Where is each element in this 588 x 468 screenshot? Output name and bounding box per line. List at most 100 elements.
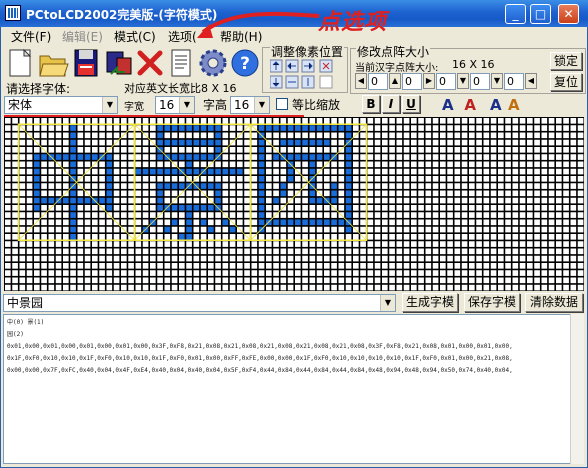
- pixel-cell[interactable]: [266, 212, 272, 218]
- pixel-cell[interactable]: [302, 197, 308, 204]
- pixel-cell[interactable]: [244, 219, 250, 226]
- pixel-cell[interactable]: [432, 176, 439, 182]
- pixel-cell[interactable]: [280, 183, 287, 189]
- pixel-cell[interactable]: [84, 219, 91, 226]
- pixel-cell[interactable]: [454, 226, 461, 233]
- pixel-cell[interactable]: [432, 241, 439, 247]
- pixel-cell[interactable]: [244, 248, 250, 255]
- pixel-cell[interactable]: [447, 212, 453, 218]
- pixel-cell[interactable]: [193, 125, 200, 131]
- pixel-cell[interactable]: [411, 248, 417, 255]
- pixel-cell[interactable]: [425, 147, 432, 153]
- pixel-cell[interactable]: [12, 139, 18, 146]
- pixel-cell[interactable]: [512, 168, 519, 175]
- pixel-cell[interactable]: [150, 270, 156, 276]
- pixel-cell[interactable]: [258, 219, 265, 226]
- pixel-cell[interactable]: [498, 154, 504, 160]
- pixel-cell[interactable]: [374, 248, 381, 255]
- pixel-cell[interactable]: [287, 183, 294, 189]
- pixel-cell[interactable]: [367, 277, 374, 284]
- pixel-cell[interactable]: [128, 139, 134, 146]
- pixel-cell[interactable]: [367, 219, 374, 226]
- pixel-cell[interactable]: [396, 132, 403, 139]
- pixel-cell[interactable]: [403, 147, 410, 153]
- pixel-cell[interactable]: [505, 241, 511, 247]
- pixel-cell[interactable]: [396, 168, 403, 175]
- pixel-cell[interactable]: [12, 241, 18, 247]
- pixel-cell[interactable]: [505, 118, 511, 124]
- pixel-cell[interactable]: [498, 183, 504, 189]
- pixel-cell[interactable]: [302, 125, 308, 131]
- pixel-cell[interactable]: [367, 284, 374, 291]
- pixel-cell[interactable]: [447, 226, 453, 233]
- pixel-cell[interactable]: [396, 147, 403, 153]
- pixel-cell[interactable]: [483, 190, 490, 197]
- pixel-cell[interactable]: [186, 205, 192, 211]
- pixel-cell[interactable]: [374, 118, 381, 124]
- pixel-cell[interactable]: [34, 190, 40, 197]
- pixel-cell[interactable]: [548, 212, 555, 218]
- pixel-cell[interactable]: [425, 226, 432, 233]
- pixel-cell[interactable]: [490, 132, 497, 139]
- pixel-cell[interactable]: [512, 154, 519, 160]
- pixel-cell[interactable]: [570, 147, 577, 153]
- pixel-cell[interactable]: [331, 263, 337, 269]
- pixel-cell[interactable]: [367, 197, 374, 204]
- pixel-cell[interactable]: [483, 226, 490, 233]
- pixel-cell[interactable]: [563, 248, 569, 255]
- pixel-cell[interactable]: [186, 248, 192, 255]
- pixel-cell[interactable]: [295, 161, 301, 168]
- pixel-cell[interactable]: [237, 190, 243, 197]
- pixel-cell[interactable]: [389, 118, 395, 124]
- pixel-cell[interactable]: [164, 241, 171, 247]
- pixel-cell[interactable]: [548, 118, 555, 124]
- pixel-cell[interactable]: [55, 139, 62, 146]
- pixel-cell[interactable]: [309, 154, 316, 160]
- pixel-cell[interactable]: [447, 183, 453, 189]
- pixel-cell[interactable]: [309, 125, 316, 131]
- pixel-cell[interactable]: [382, 255, 388, 262]
- pixel-cell[interactable]: [519, 190, 526, 197]
- pixel-cell[interactable]: [360, 277, 366, 284]
- pixel-cell[interactable]: [113, 255, 120, 262]
- pixel-cell[interactable]: [92, 205, 98, 211]
- pixel-cell[interactable]: [440, 125, 446, 131]
- pixel-cell[interactable]: [309, 241, 316, 247]
- pixel-cell[interactable]: [519, 161, 526, 168]
- pixel-cell[interactable]: [258, 161, 265, 168]
- pixel-cell[interactable]: [157, 176, 163, 182]
- pixel-cell[interactable]: [563, 132, 569, 139]
- pixel-cell[interactable]: [121, 190, 127, 197]
- pixel-cell[interactable]: [469, 190, 475, 197]
- pixel-cell[interactable]: [280, 176, 287, 182]
- pixel-cell[interactable]: [55, 147, 62, 153]
- pixel-cell[interactable]: [382, 197, 388, 204]
- pixel-cell[interactable]: [461, 241, 468, 247]
- pixel-cell[interactable]: [425, 241, 432, 247]
- pixel-cell[interactable]: [461, 168, 468, 175]
- pixel-cell[interactable]: [99, 277, 105, 284]
- pixel-cell[interactable]: [447, 234, 453, 240]
- pixel-cell[interactable]: [556, 168, 562, 175]
- pixel-cell[interactable]: [490, 205, 497, 211]
- pixel-cell[interactable]: [179, 154, 185, 160]
- pixel-cell[interactable]: [171, 277, 178, 284]
- pixel-cell[interactable]: [48, 161, 55, 168]
- pixel-cell[interactable]: [476, 118, 482, 124]
- pixel-cell[interactable]: [251, 263, 258, 269]
- pixel-cell[interactable]: [237, 125, 243, 131]
- pixel-cell[interactable]: [447, 197, 453, 204]
- pixel-cell[interactable]: [179, 197, 185, 204]
- pixel-cell[interactable]: [63, 132, 69, 139]
- pixel-cell[interactable]: [440, 154, 446, 160]
- pixel-cell[interactable]: [396, 118, 403, 124]
- pixel-cell[interactable]: [26, 219, 33, 226]
- pixel-cell[interactable]: [324, 139, 330, 146]
- pixel-cell[interactable]: [534, 263, 540, 269]
- pixel-cell[interactable]: [425, 255, 432, 262]
- pixel-cell[interactable]: [171, 118, 178, 124]
- pixel-cell[interactable]: [411, 205, 417, 211]
- pixel-cell[interactable]: [570, 263, 577, 269]
- pixel-cell[interactable]: [77, 197, 84, 204]
- pixel-cell[interactable]: [519, 132, 526, 139]
